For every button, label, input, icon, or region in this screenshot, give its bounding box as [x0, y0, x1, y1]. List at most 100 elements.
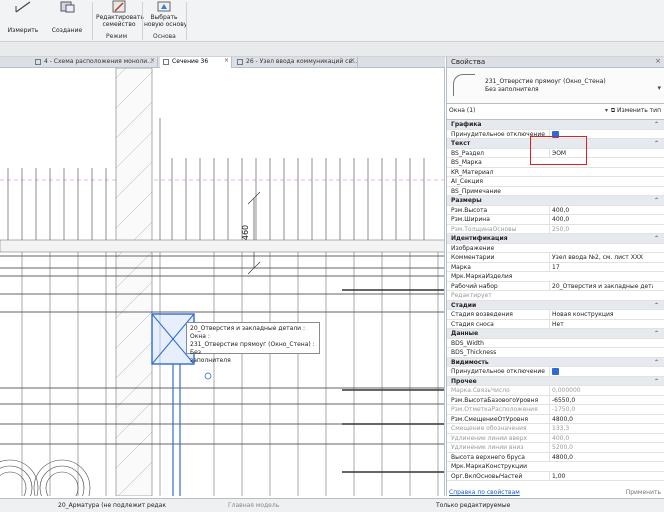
- property-value: 250,0: [549, 224, 653, 234]
- close-icon[interactable]: ×: [224, 57, 229, 64]
- property-name: BS_Марка: [451, 159, 482, 166]
- property-name: Марка.СвязьЧисло: [451, 387, 510, 394]
- property-row[interactable]: Удлинение линии вниз 5200,0: [447, 443, 664, 453]
- property-name: Принудительное отключение ...: [451, 130, 547, 138]
- property-row[interactable]: Удлинение линии вверх 400,0: [447, 433, 664, 443]
- measure-icon: [14, 0, 32, 13]
- property-value[interactable]: -6550,0: [549, 395, 653, 405]
- workset-selector[interactable]: 20_Арматура (не подлежит редак: [58, 502, 166, 509]
- property-row[interactable]: Комментарии Узел ввода №2, см. лист ХХХ: [447, 253, 664, 263]
- property-row[interactable]: Высота верхнего бруса 4800,0: [447, 452, 664, 462]
- group-label: Видимость: [451, 358, 489, 366]
- design-option[interactable]: Главная модель: [228, 502, 279, 509]
- tab-node[interactable]: 26 - Узел ввода коммуникаций св... ×: [234, 57, 358, 68]
- dimension-label[interactable]: 460: [241, 225, 250, 240]
- type-selector[interactable]: 231_Отверстие прямоуг (Окно_Стена) Без з…: [447, 68, 664, 104]
- property-row[interactable]: BS_Раздел ЭОМ: [447, 148, 664, 158]
- property-group-header[interactable]: Данные ⌃: [447, 329, 664, 339]
- property-value[interactable]: Новая конструкция: [549, 310, 653, 319]
- property-group-header[interactable]: Текст ⌃: [447, 139, 664, 149]
- tab-label: 26 - Узел ввода коммуникаций св...: [246, 58, 358, 65]
- close-icon[interactable]: ×: [655, 57, 661, 65]
- property-row[interactable]: Рабочий набор 20_Отверстия и закладные де…: [447, 281, 664, 291]
- collapse-icon[interactable]: ⌃: [654, 196, 659, 205]
- collapse-icon[interactable]: ⌃: [654, 329, 659, 338]
- property-value[interactable]: 17: [549, 262, 653, 272]
- property-row[interactable]: BS_Марка: [447, 158, 664, 168]
- property-row[interactable]: Рзм.ТолщинаОсновы 250,0: [447, 224, 664, 234]
- pick-new-host-button[interactable]: Выбрать новую основу: [144, 0, 187, 28]
- property-row[interactable]: KR_Материал: [447, 168, 664, 177]
- collapse-icon[interactable]: ⌃: [654, 358, 659, 367]
- property-name: Смещение обозначения: [451, 425, 527, 432]
- property-row[interactable]: Принудительное отключение ...: [447, 367, 664, 378]
- collapse-icon[interactable]: ⌃: [654, 234, 659, 243]
- edit-family-button[interactable]: Редактировать семейство: [96, 0, 144, 28]
- property-value[interactable]: 400,0: [549, 205, 653, 215]
- property-value[interactable]: 4800,0: [549, 414, 653, 424]
- property-row[interactable]: Рзм.Высота 400,0: [447, 205, 664, 215]
- measure-button[interactable]: Измерить: [6, 0, 40, 34]
- property-value[interactable]: 1,00: [549, 471, 653, 481]
- property-group-header[interactable]: Графика ⌃: [447, 120, 664, 130]
- properties-help-link[interactable]: Справка по свойствам: [449, 489, 520, 496]
- property-name: Рзм.СмещениеОтУровня: [451, 415, 528, 423]
- property-name: Редактирует: [451, 292, 492, 299]
- tab-label: 4 - Схема расположения моноли...: [44, 58, 153, 65]
- property-row[interactable]: Орг.ВклОсновыЧастей 1,00: [447, 471, 664, 481]
- tab-scheme[interactable]: 4 - Схема расположения моноли... ×: [32, 57, 158, 68]
- property-group-header[interactable]: Стадии ⌃: [447, 300, 664, 310]
- ribbon-separator: [92, 2, 93, 40]
- collapse-icon[interactable]: ⌃: [654, 139, 659, 148]
- checkbox[interactable]: [552, 130, 559, 138]
- property-row[interactable]: Редактирует: [447, 291, 664, 301]
- edit-type-button[interactable]: ⧉ Изменить тип: [611, 107, 661, 115]
- collapse-icon[interactable]: ⌃: [654, 120, 659, 129]
- property-value[interactable]: Узел ввода №2, см. лист ХХХ: [549, 253, 653, 262]
- property-row[interactable]: Рзм.ОтметкаРасположения -1750,0: [447, 405, 664, 415]
- property-row[interactable]: Смещение обозначения 133,3: [447, 424, 664, 434]
- type-name-line: Без заполнителя: [485, 86, 539, 93]
- property-row[interactable]: Стадия возведения Новая конструкция: [447, 310, 664, 320]
- property-value[interactable]: 400,0: [549, 215, 653, 224]
- property-group-header[interactable]: Прочее ⌃: [447, 376, 664, 386]
- property-row[interactable]: Марка 17: [447, 262, 664, 272]
- property-row[interactable]: BS_Примечание: [447, 187, 664, 196]
- property-value: 0,000000: [549, 386, 653, 395]
- property-value: 5200,0: [549, 443, 653, 452]
- editable-only-toggle[interactable]: Только редактируемые: [436, 502, 510, 509]
- property-row[interactable]: AI_Секция: [447, 177, 664, 187]
- property-value[interactable]: Нет: [549, 319, 653, 329]
- checkbox[interactable]: [552, 368, 559, 375]
- collapse-icon[interactable]: ⌃: [654, 301, 659, 310]
- property-row[interactable]: Принудительное отключение ...: [447, 129, 664, 141]
- drawing-canvas[interactable]: 460 20_Отверстия и закладные детали : Ок…: [0, 68, 445, 496]
- close-icon[interactable]: ×: [150, 57, 155, 64]
- property-value[interactable]: 4800,0: [549, 452, 653, 462]
- property-row[interactable]: Рзм.ВысотаБазовогоУровня -6550,0: [447, 395, 664, 405]
- property-group-header[interactable]: Идентификация ⌃: [447, 234, 664, 244]
- property-group-header[interactable]: Размеры ⌃: [447, 196, 664, 206]
- instance-filter[interactable]: Окна (1) ▾ ⧉ Изменить тип: [447, 106, 664, 117]
- property-row[interactable]: Стадия сноса Нет: [447, 319, 664, 329]
- group-label: Текст: [451, 140, 471, 147]
- property-row[interactable]: Марка.СвязьЧисло 0,000000: [447, 386, 664, 396]
- apply-button[interactable]: Применить: [626, 489, 661, 496]
- property-row[interactable]: Мрк.МаркаИзделия: [447, 272, 664, 282]
- edit-type-label: Изменить тип: [617, 107, 661, 114]
- close-icon[interactable]: ×: [350, 57, 355, 64]
- tab-section[interactable]: Сечение 36 ×: [160, 57, 232, 68]
- chevron-down-icon[interactable]: ▾: [657, 84, 661, 92]
- create-button[interactable]: Создание: [50, 0, 84, 34]
- property-row[interactable]: Рзм.Ширина 400,0: [447, 215, 664, 225]
- property-row[interactable]: BDS_Thickness: [447, 348, 664, 358]
- chevron-down-icon[interactable]: ▾: [605, 107, 608, 114]
- property-value[interactable]: ЭОМ: [549, 148, 653, 158]
- collapse-icon[interactable]: ⌃: [654, 377, 659, 386]
- property-group-header[interactable]: Видимость ⌃: [447, 357, 664, 367]
- property-row[interactable]: BDS_Width: [447, 339, 664, 348]
- property-value[interactable]: 20_Отверстия и закладные детали: [549, 281, 653, 291]
- property-row[interactable]: Мрк.МаркаКонструкции: [447, 462, 664, 472]
- property-row[interactable]: Рзм.СмещениеОтУровня 4800,0: [447, 414, 664, 424]
- property-row[interactable]: Изображение: [447, 244, 664, 253]
